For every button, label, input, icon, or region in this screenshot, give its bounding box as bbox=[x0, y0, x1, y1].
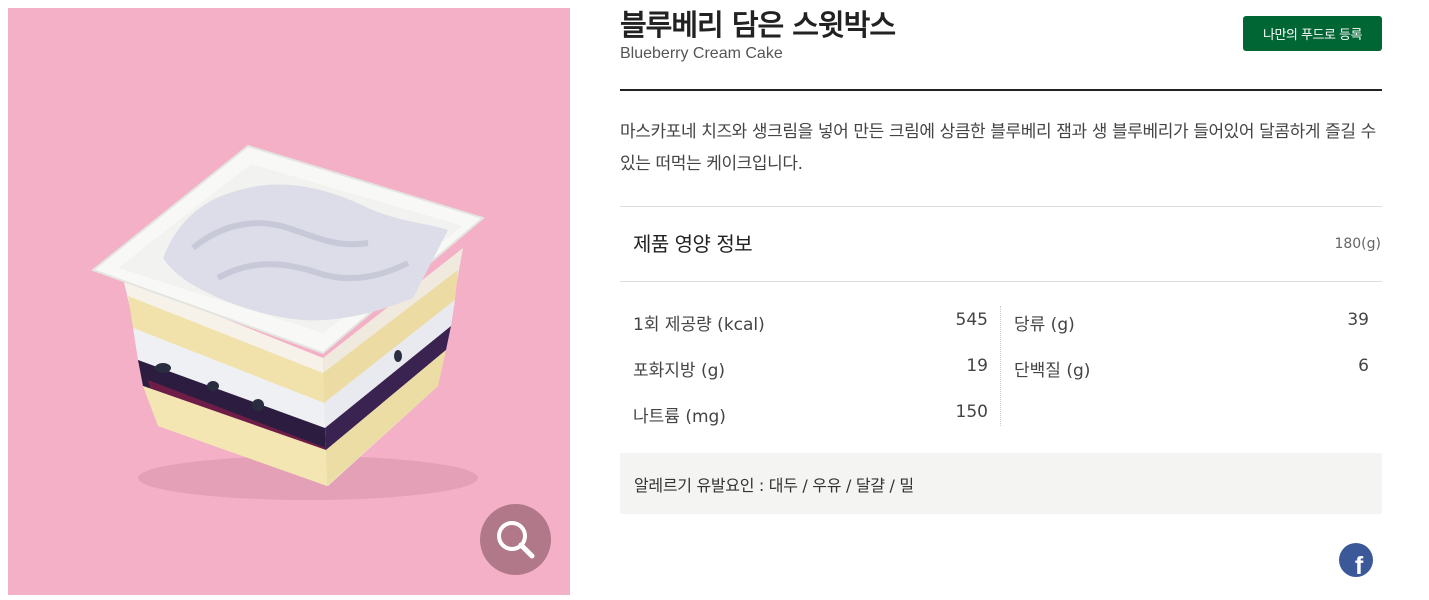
product-subtitle: Blueberry Cream Cake bbox=[620, 45, 783, 62]
register-my-food-button[interactable]: 나만의 푸드로 등록 bbox=[1243, 16, 1382, 51]
product-image bbox=[8, 8, 570, 595]
facebook-share-button[interactable]: f bbox=[1339, 543, 1373, 577]
product-description: 마스카포네 치즈와 생크림을 넣어 만든 크림에 상큼한 블루베리 잼과 생 블… bbox=[620, 122, 1376, 174]
nutrition-title: 제품 영양 정보 bbox=[633, 232, 753, 256]
nutrition-header-divider bbox=[620, 281, 1382, 282]
magnifier-icon bbox=[497, 521, 535, 559]
product-title: 블루베리 담은 스윗박스 bbox=[620, 8, 896, 42]
allergy-box: 알레르기 유발요인 : 대두 / 우유 / 달걀 / 밀 bbox=[620, 453, 1382, 514]
zoom-button[interactable] bbox=[480, 504, 551, 575]
nutrition-column-divider bbox=[1000, 306, 1001, 426]
nutrition-value: 6 bbox=[1358, 356, 1369, 376]
allergy-text: 알레르기 유발요인 : 대두 / 우유 / 달걀 / 밀 bbox=[634, 476, 914, 495]
nutrition-weight: 180(g) bbox=[1334, 236, 1381, 252]
nutrition-label: 단백질 (g) bbox=[1014, 361, 1091, 381]
nutrition-value: 545 bbox=[955, 310, 988, 330]
nutrition-label: 당류 (g) bbox=[1014, 315, 1075, 335]
header-divider bbox=[620, 89, 1382, 91]
nutrition-value: 150 bbox=[955, 402, 988, 422]
nutrition-value: 39 bbox=[1347, 310, 1369, 330]
nutrition-label: 나트륨 (mg) bbox=[633, 407, 726, 427]
facebook-icon: f bbox=[1354, 552, 1364, 577]
nutrition-label: 포화지방 (g) bbox=[633, 361, 726, 381]
nutrition-top-divider bbox=[620, 206, 1382, 207]
nutrition-value: 19 bbox=[966, 356, 988, 376]
nutrition-label: 1회 제공량 (kcal) bbox=[633, 315, 765, 335]
